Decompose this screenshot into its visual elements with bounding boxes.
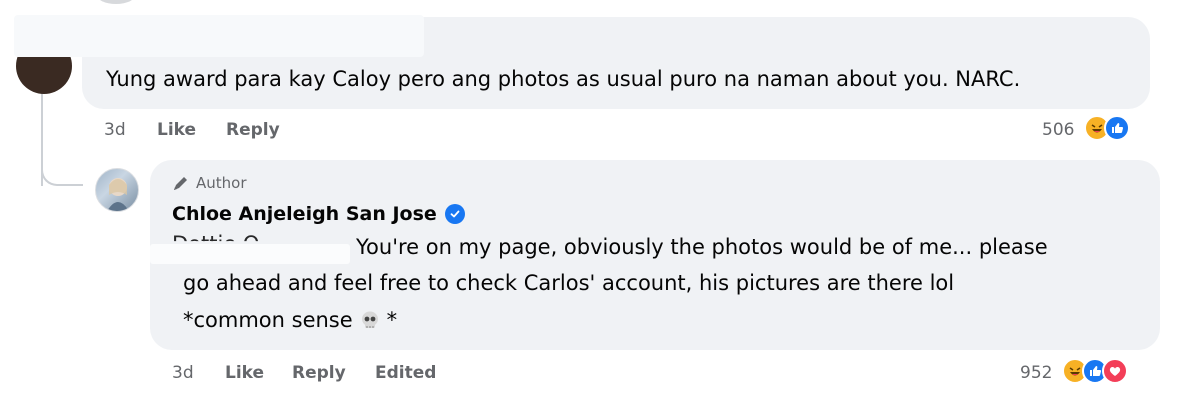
- reply-button[interactable]: Reply: [226, 120, 280, 140]
- reply-text-line: You're on my page, obviously the photos …: [356, 235, 1048, 259]
- like-button[interactable]: Like: [157, 120, 196, 140]
- comment-timestamp[interactable]: 3d: [104, 120, 126, 140]
- previous-avatar: [96, 0, 136, 4]
- reply-reply-button[interactable]: Reply: [292, 363, 346, 383]
- reply-text-line: *common sense *: [183, 305, 397, 335]
- like-reaction-icon: [1104, 115, 1130, 141]
- author-badge-label: Author: [196, 174, 247, 192]
- reply-author-avatar[interactable]: [95, 168, 139, 212]
- verified-badge-icon: [444, 204, 465, 224]
- pen-icon: [174, 177, 187, 190]
- thread-connector-curve: [41, 150, 83, 186]
- skull-emoji-icon: [361, 311, 378, 328]
- reply-author-name-text[interactable]: Chloe Anjeleigh San Jose: [172, 203, 437, 225]
- reply-text-line: go ahead and feel free to check Carlos' …: [183, 271, 955, 295]
- reply-like-button[interactable]: Like: [225, 363, 264, 383]
- reply-text-prefix: *common sense: [183, 308, 353, 332]
- edited-label[interactable]: Edited: [375, 363, 436, 383]
- reaction-icons[interactable]: [1084, 115, 1130, 141]
- author-badge: Author: [172, 174, 247, 192]
- reply-timestamp[interactable]: 3d: [172, 363, 194, 383]
- redacted-commenter-name: [14, 15, 424, 57]
- reply-reaction-icons[interactable]: [1062, 358, 1128, 384]
- reply-text-suffix: *: [386, 308, 398, 332]
- reply-reaction-count[interactable]: 952: [1020, 363, 1052, 383]
- love-reaction-icon: [1102, 358, 1128, 384]
- redacted-mention: [150, 244, 350, 264]
- reply-author-name[interactable]: Chloe Anjeleigh San Jose: [172, 203, 465, 225]
- comment-text: Yung award para kay Caloy pero ang photo…: [106, 67, 1021, 91]
- reaction-count[interactable]: 506: [1042, 120, 1074, 140]
